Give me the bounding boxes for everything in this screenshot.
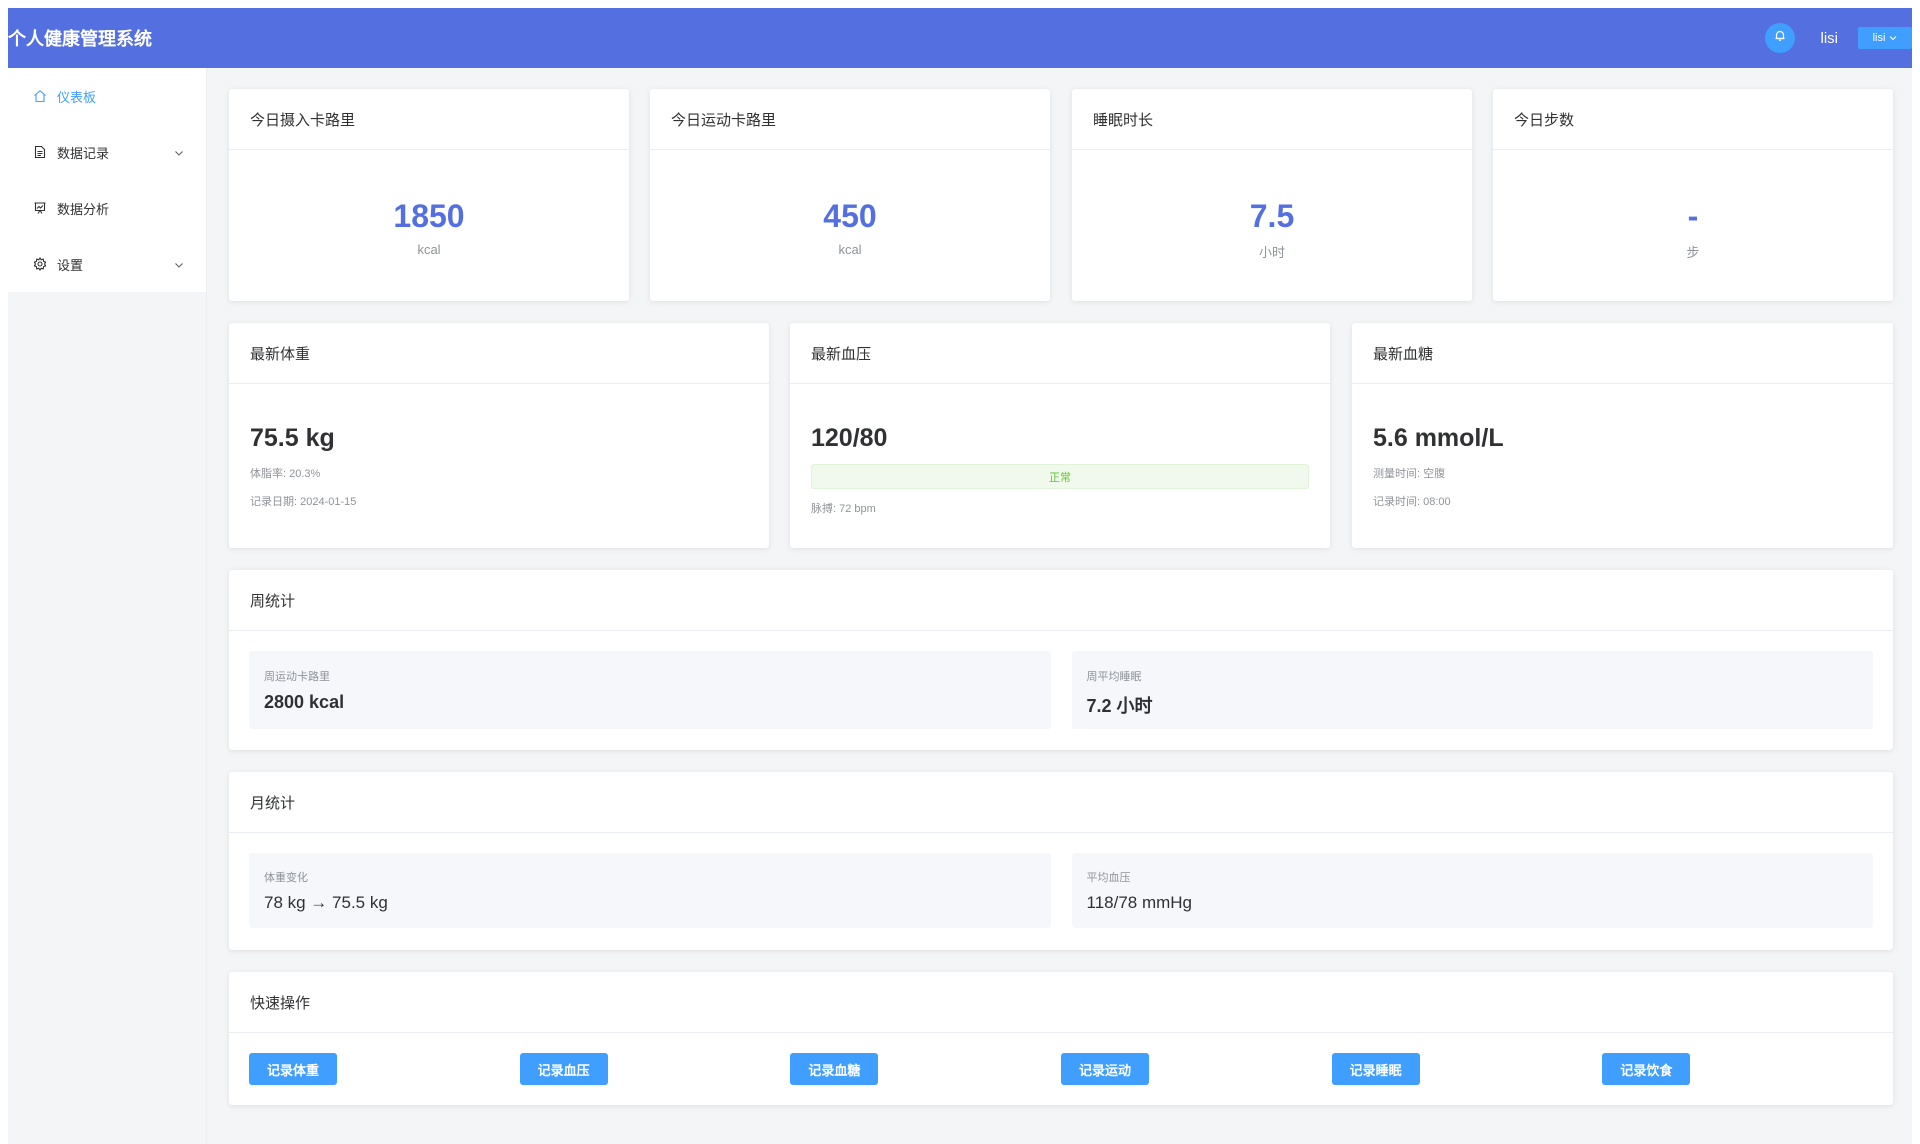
sidebar-item-settings[interactable]: 设置 — [8, 236, 206, 292]
sidebar-empty-area — [8, 292, 206, 1144]
monthly-stats-card: 月统计 体重变化 78 kg → 75.5 kg 平均血压 118/78 mmH… — [229, 772, 1893, 950]
record-sleep-button[interactable]: 记录睡眠 — [1331, 1053, 1420, 1085]
sidebar-item-data-records[interactable]: 数据记录 — [8, 124, 206, 180]
latest-bp-card: 最新血压 120/80 正常 脉搏: 72 bpm — [790, 323, 1330, 548]
chart-icon — [32, 200, 48, 216]
stat-card-calories-out: 今日运动卡路里 450 kcal — [650, 89, 1050, 301]
card-title: 最新血压 — [790, 323, 1330, 384]
home-icon — [32, 88, 48, 104]
user-dropdown-label: lisi — [1872, 32, 1886, 44]
bp-status-badge: 正常 — [811, 464, 1309, 489]
sidebar-item-label: 数据分析 — [57, 201, 110, 217]
stat-unit: kcal — [838, 242, 862, 257]
stat-value: 2800 kcal — [264, 692, 345, 712]
record-exercise-button[interactable]: 记录运动 — [1061, 1053, 1150, 1085]
pulse-label: 脉搏: 72 bpm — [811, 503, 876, 515]
stat-value: - — [1687, 198, 1699, 234]
weekly-stat-item: 周平均睡眠 7.2 小时 — [1071, 651, 1873, 729]
latest-glucose-card: 最新血糖 5.6 mmol/L 测量时间: 空腹 记录时间: 08:00 — [1352, 323, 1893, 548]
stat-label: 周平均睡眠 — [1086, 671, 1142, 683]
weight-value: 75.5 kg — [250, 424, 335, 452]
monthly-stat-item: 平均血压 118/78 mmHg — [1071, 853, 1873, 928]
record-date-label: 记录日期: 2024-01-15 — [250, 496, 357, 508]
stat-label: 体重变化 — [264, 872, 308, 884]
card-title: 最新血糖 — [1352, 323, 1893, 384]
card-title: 今日运动卡路里 — [650, 89, 1050, 150]
app-title: 个人健康管理系统 — [8, 29, 152, 49]
gear-icon — [32, 256, 48, 272]
chevron-down-icon — [1889, 32, 1897, 44]
top-header: 个人健康管理系统 lisi lisi — [8, 8, 1912, 68]
username-label: lisi — [1820, 29, 1839, 47]
monthly-stat-item: 体重变化 78 kg → 75.5 kg — [249, 853, 1051, 928]
header-right: lisi lisi — [1764, 23, 1912, 53]
app-frame: 个人健康管理系统 lisi lisi 仪表板 数据记录 数据分析 设置 今日摄入… — [8, 8, 1912, 1144]
measure-time-label: 测量时间: 空腹 — [1373, 468, 1446, 480]
chevron-down-icon — [174, 145, 184, 160]
bp-value: 120/80 — [811, 424, 888, 452]
card-title: 月统计 — [229, 772, 1893, 833]
body-fat-label: 体脂率: 20.3% — [250, 468, 321, 480]
stat-value: 7.2 小时 — [1086, 696, 1153, 716]
user-menu-dropdown[interactable]: lisi — [1858, 27, 1912, 49]
stat-value: 1850 — [393, 198, 465, 234]
sidebar-item-label: 设置 — [57, 257, 84, 273]
stat-unit: 小时 — [1258, 245, 1285, 260]
sidebar-item-label: 仪表板 — [57, 89, 97, 105]
stat-value: 118/78 mmHg — [1086, 893, 1193, 912]
record-diet-button[interactable]: 记录饮食 — [1602, 1053, 1691, 1085]
sidebar-item-dashboard[interactable]: 仪表板 — [8, 68, 206, 124]
latest-weight-card: 最新体重 75.5 kg 体脂率: 20.3% 记录日期: 2024-01-15 — [229, 323, 769, 548]
stat-unit: kcal — [417, 242, 441, 257]
sidebar: 仪表板 数据记录 数据分析 设置 — [8, 68, 207, 1144]
notification-button[interactable] — [1764, 23, 1795, 53]
card-title: 今日步数 — [1493, 89, 1893, 150]
stat-value: 7.5 — [1249, 198, 1295, 234]
card-title: 最新体重 — [229, 323, 769, 384]
stat-card-sleep: 睡眠时长 7.5 小时 — [1072, 89, 1472, 301]
record-glucose-button[interactable]: 记录血糖 — [790, 1053, 879, 1085]
stat-unit: 步 — [1686, 245, 1700, 260]
stat-label: 周运动卡路里 — [264, 671, 330, 683]
weekly-stats-card: 周统计 周运动卡路里 2800 kcal 周平均睡眠 7.2 小时 — [229, 570, 1893, 750]
stat-card-steps: 今日步数 - 步 — [1493, 89, 1893, 301]
stat-value: 450 — [823, 198, 877, 234]
record-bp-button[interactable]: 记录血压 — [519, 1053, 608, 1085]
sidebar-item-label: 数据记录 — [57, 145, 110, 161]
chevron-down-icon — [174, 257, 184, 272]
quick-actions-card: 快速操作 记录体重 记录血压 记录血糖 记录运动 记录睡眠 记录饮食 — [229, 972, 1893, 1105]
bell-icon — [1774, 29, 1786, 47]
card-title: 快速操作 — [229, 972, 1893, 1033]
sidebar-item-data-analysis[interactable]: 数据分析 — [8, 180, 206, 236]
record-time-label: 记录时间: 08:00 — [1373, 496, 1451, 508]
stat-value: 78 kg → 75.5 kg — [264, 893, 388, 912]
card-title: 周统计 — [229, 570, 1893, 631]
glucose-value: 5.6 mmol/L — [1373, 424, 1504, 452]
record-weight-button[interactable]: 记录体重 — [249, 1053, 337, 1085]
card-title: 今日摄入卡路里 — [229, 89, 629, 150]
weekly-stat-item: 周运动卡路里 2800 kcal — [249, 651, 1051, 729]
document-icon — [32, 144, 48, 160]
stat-card-calories-in: 今日摄入卡路里 1850 kcal — [229, 89, 629, 301]
sidebar-menu: 仪表板 数据记录 数据分析 设置 — [8, 68, 206, 292]
card-title: 睡眠时长 — [1072, 89, 1472, 150]
stat-label: 平均血压 — [1086, 872, 1131, 884]
